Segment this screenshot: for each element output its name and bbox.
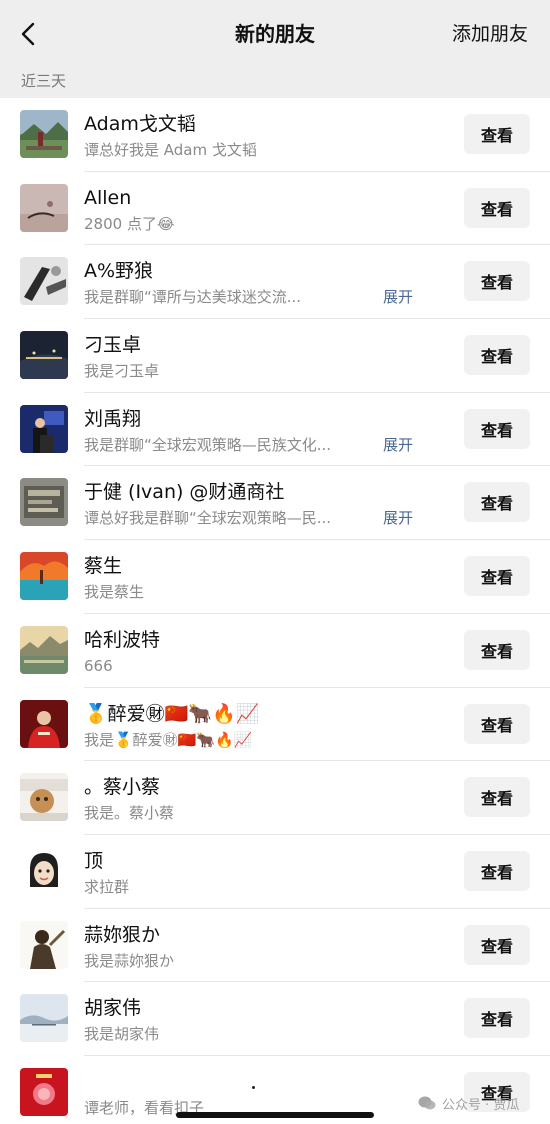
friend-name: 顶 [84,849,104,872]
list-item[interactable]: 🥇醉爱㊖🇨🇳🐂🔥📈 我是🥇醉爱㊖🇨🇳🐂🔥📈 查看 [0,688,550,762]
avatar[interactable] [20,846,68,895]
friend-message: 我是蒜妳狠か [84,951,175,970]
list-item[interactable]: Allen 2800 点了😂 查看 [0,172,550,246]
friend-name: A%野狼 [84,260,154,283]
avatar[interactable] [20,625,68,674]
friend-message: 求拉群 [84,877,130,896]
view-button[interactable]: 查看 [464,924,530,965]
friend-name: 刁玉卓 [84,334,142,357]
friend-message: 我是🥇醉爱㊖🇨🇳🐂🔥📈 [84,730,253,749]
list-item[interactable]: 蔡生 我是蔡生 查看 [0,540,550,614]
friend-message: 我是群聊“谭所与达美球迷交流... [84,288,302,307]
friend-name: 蒜妳狠か [84,923,161,946]
friend-name: 刘禹翔 [84,407,142,430]
list-item[interactable]: Adam戈文韬 谭总好我是 Adam 戈文韬 查看 [0,98,550,172]
avatar[interactable] [20,331,68,380]
friend-name: 于健 (Ivan) @财通商社 [84,481,285,504]
friend-message: 2800 点了😂 [84,214,175,233]
friend-message: 我是刁玉卓 [84,362,160,381]
avatar[interactable] [20,699,68,748]
avatar[interactable] [20,920,68,969]
list-item[interactable]: 于健 (Ivan) @财通商社 谭总好我是群聊“全球宏观策略—民... 展开 查… [0,466,550,541]
expand-link[interactable]: 展开 [383,434,413,456]
watermark: 公众号 · 贾瓜 [418,1092,519,1114]
avatar[interactable] [20,478,68,527]
view-button[interactable]: 查看 [464,482,530,523]
watermark-text: 公众号 · 贾瓜 [442,1097,520,1113]
list-item[interactable]: 胡家伟 我是胡家伟 查看 [0,982,550,1056]
friend-name: 蔡生 [84,555,123,578]
friend-name: Allen [84,186,132,209]
friend-message: 我是胡家伟 [84,1025,160,1044]
avatar[interactable] [20,110,68,158]
avatar[interactable] [20,552,68,601]
friend-name: 。蔡小蔡 [84,776,161,799]
view-button[interactable]: 查看 [464,556,530,597]
avatar[interactable] [20,257,68,306]
add-friend-button[interactable]: 添加朋友 [452,18,528,50]
list-item[interactable]: A%野狼 我是群聊“谭所与达美球迷交流... 展开 查看 [0,245,550,320]
avatar[interactable] [20,1067,68,1116]
avatar[interactable] [20,994,68,1043]
list-item[interactable]: 刁玉卓 我是刁玉卓 查看 [0,319,550,393]
avatar[interactable] [20,773,68,822]
list-item[interactable]: 。蔡小蔡 我是。蔡小蔡 查看 [0,761,550,835]
friend-message: 谭总好我是群聊“全球宏观策略—民... [84,509,332,528]
expand-link[interactable]: 展开 [383,286,413,308]
list-item[interactable]: 蒜妳狠か 我是蒜妳狠か 查看 [0,909,550,983]
view-button[interactable]: 查看 [464,187,530,228]
friend-message: 666 [84,656,113,675]
view-button[interactable]: 查看 [464,261,530,302]
avatar[interactable] [20,404,68,453]
home-indicator[interactable] [176,1112,374,1118]
back-button[interactable] [14,18,42,50]
section-header: 近三天 [0,64,550,98]
friend-name: 胡家伟 [84,997,142,1020]
view-button[interactable]: 查看 [464,335,530,376]
view-button[interactable]: 查看 [464,998,530,1039]
view-button[interactable]: 查看 [464,703,530,744]
friend-message: 谭总好我是 Adam 戈文韬 [84,141,257,159]
avatar[interactable] [20,183,68,232]
list-item[interactable]: 刘禹翔 我是群聊“全球宏观策略—民族文化... 展开 查看 [0,393,550,467]
new-friends-screen: 新的朋友 添加朋友 近三天 Adam戈文韬 谭总好我是 Adam 戈文韬 查看 … [0,0,550,1124]
view-button[interactable]: 查看 [464,114,530,154]
view-button[interactable]: 查看 [464,408,530,449]
navigation-bar: 新的朋友 添加朋友 [0,0,550,64]
decorative-dot [252,1086,255,1089]
view-button[interactable]: 查看 [464,777,530,818]
friend-name: 哈利波特 [84,628,161,651]
friend-name: 🥇醉爱㊖🇨🇳🐂🔥📈 [84,702,260,725]
section-label: 近三天 [21,72,67,90]
list-item[interactable]: 顶 求拉群 查看 [0,835,550,909]
friend-message: 我是蔡生 [84,583,145,602]
friend-message: 我是。蔡小蔡 [84,804,175,823]
list-item[interactable]: 哈利波特 666 查看 [0,614,550,688]
friend-request-list: Adam戈文韬 谭总好我是 Adam 戈文韬 查看 Allen 2800 点了😂… [0,98,550,1124]
friend-message: 我是群聊“全球宏观策略—民族文化... [84,435,332,454]
expand-link[interactable]: 展开 [383,507,413,529]
chevron-left-icon [21,22,35,46]
view-button[interactable]: 查看 [464,629,530,670]
wechat-logo-icon [418,1096,436,1110]
friend-name: Adam戈文韬 [84,113,196,135]
view-button[interactable]: 查看 [464,850,530,891]
